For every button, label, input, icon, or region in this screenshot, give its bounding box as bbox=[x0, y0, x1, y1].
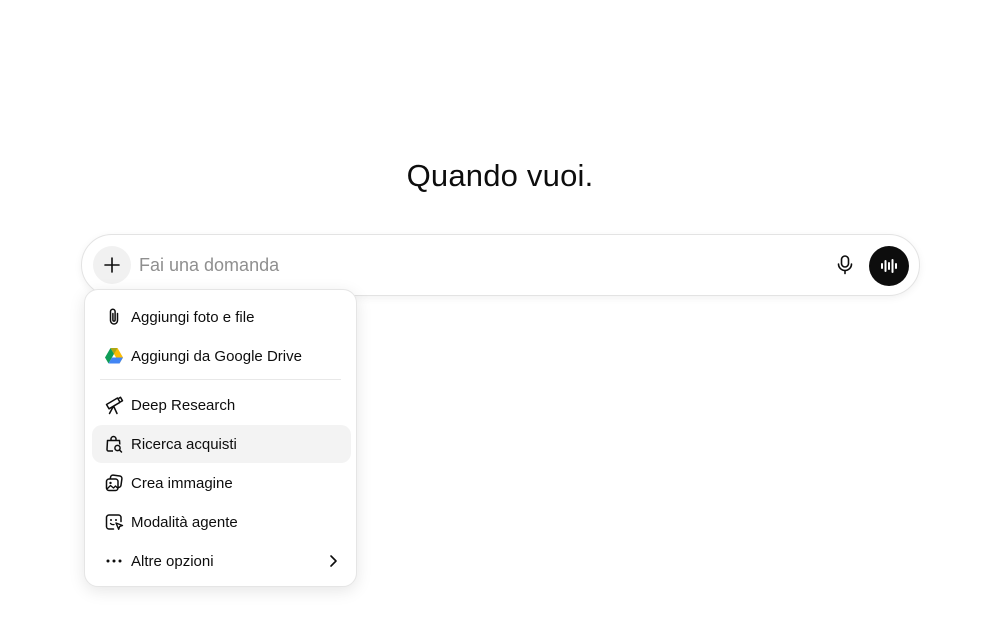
dictate-button[interactable] bbox=[830, 250, 860, 280]
attach-menu-button[interactable] bbox=[93, 246, 131, 284]
menu-item-label: Ricerca acquisti bbox=[131, 435, 237, 453]
menu-item-google-drive[interactable]: Aggiungi da Google Drive bbox=[92, 337, 351, 375]
prompt-input[interactable] bbox=[139, 251, 819, 279]
voice-waveform-icon bbox=[880, 257, 898, 275]
menu-item-more-options[interactable]: Altre opzioni bbox=[92, 542, 351, 580]
attach-menu: Aggiungi foto e file Aggiungi da Google … bbox=[84, 289, 357, 587]
menu-item-shopping-research[interactable]: Ricerca acquisti bbox=[92, 425, 351, 463]
microphone-icon bbox=[836, 255, 854, 275]
menu-item-add-photos-files[interactable]: Aggiungi foto e file bbox=[92, 298, 351, 336]
prompt-composer bbox=[81, 234, 920, 296]
menu-item-label: Aggiungi da Google Drive bbox=[131, 347, 302, 365]
menu-item-create-image[interactable]: Crea immagine bbox=[92, 464, 351, 502]
agent-cursor-icon bbox=[102, 510, 126, 534]
menu-item-label: Aggiungi foto e file bbox=[131, 308, 255, 326]
page: Quando vuoi. Fai una domanda Aggiungi fo… bbox=[0, 0, 1000, 625]
image-create-icon bbox=[102, 471, 126, 495]
menu-item-label: Modalità agente bbox=[131, 513, 238, 531]
paperclip-icon bbox=[102, 305, 126, 329]
menu-item-deep-research[interactable]: Deep Research bbox=[92, 386, 351, 424]
menu-divider bbox=[100, 379, 341, 380]
chevron-right-icon bbox=[323, 551, 343, 571]
telescope-icon bbox=[102, 393, 126, 417]
plus-icon bbox=[102, 255, 122, 275]
voice-mode-button[interactable] bbox=[869, 246, 909, 286]
page-headline: Quando vuoi. bbox=[406, 158, 594, 193]
shopping-bag-search-icon bbox=[102, 432, 126, 456]
menu-item-label: Crea immagine bbox=[131, 474, 233, 492]
menu-item-label: Deep Research bbox=[131, 396, 236, 414]
google-drive-icon bbox=[102, 344, 126, 368]
more-dots-icon bbox=[102, 549, 126, 573]
menu-item-agent-mode[interactable]: Modalità agente bbox=[92, 503, 351, 541]
menu-item-label: Altre opzioni bbox=[131, 552, 214, 570]
